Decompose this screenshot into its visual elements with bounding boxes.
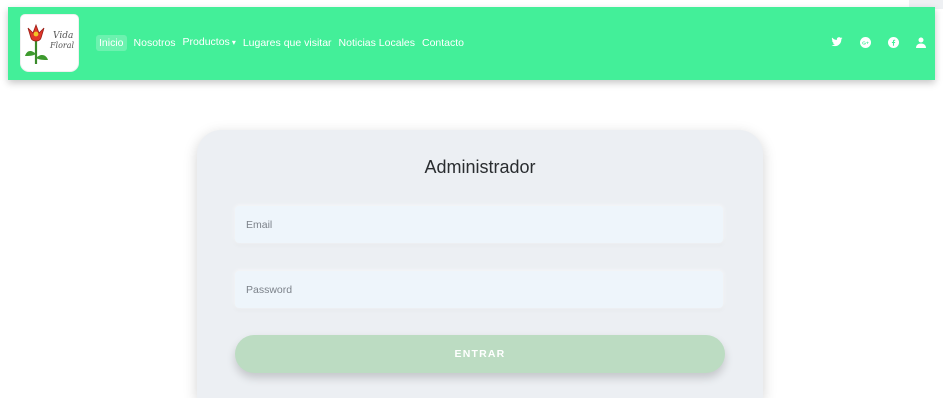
login-card: Administrador ENTRAR	[197, 130, 763, 398]
brand-logo[interactable]: Vida Floral	[20, 14, 79, 72]
nav-item-nosotros[interactable]: Nosotros	[134, 35, 176, 51]
logo-text-line1: Vida	[53, 31, 73, 41]
login-title: Administrador	[424, 157, 536, 177]
email-input[interactable]	[235, 206, 723, 243]
twitter-icon[interactable]	[823, 34, 851, 50]
navbar: Vida Floral Inicio Nosotros Productos ▾ L…	[8, 7, 935, 80]
password-input[interactable]	[235, 271, 723, 308]
caret-down-icon: ▾	[231, 38, 236, 47]
nav-item-lugares[interactable]: Lugares que visitar	[243, 35, 332, 51]
nav-item-productos[interactable]: Productos ▾	[183, 34, 236, 51]
user-icon[interactable]	[907, 34, 935, 50]
svg-text:G+: G+	[862, 40, 869, 46]
nav-item-noticias[interactable]: Noticias Locales	[339, 35, 415, 51]
nav-item-productos-label: Productos	[182, 36, 230, 48]
logo-text-line2: Floral	[49, 41, 75, 50]
nav-item-contacto[interactable]: Contacto	[422, 35, 464, 51]
flower-logo-icon: Vida Floral	[25, 23, 75, 64]
nav-links: Inicio Nosotros Productos ▾ Lugares que v…	[96, 34, 471, 51]
google-plus-icon[interactable]: G+	[851, 34, 879, 50]
login-submit-button[interactable]: ENTRAR	[235, 335, 725, 373]
social-links: G+	[823, 34, 935, 50]
facebook-icon[interactable]	[879, 34, 907, 50]
nav-item-inicio[interactable]: Inicio	[96, 34, 127, 51]
